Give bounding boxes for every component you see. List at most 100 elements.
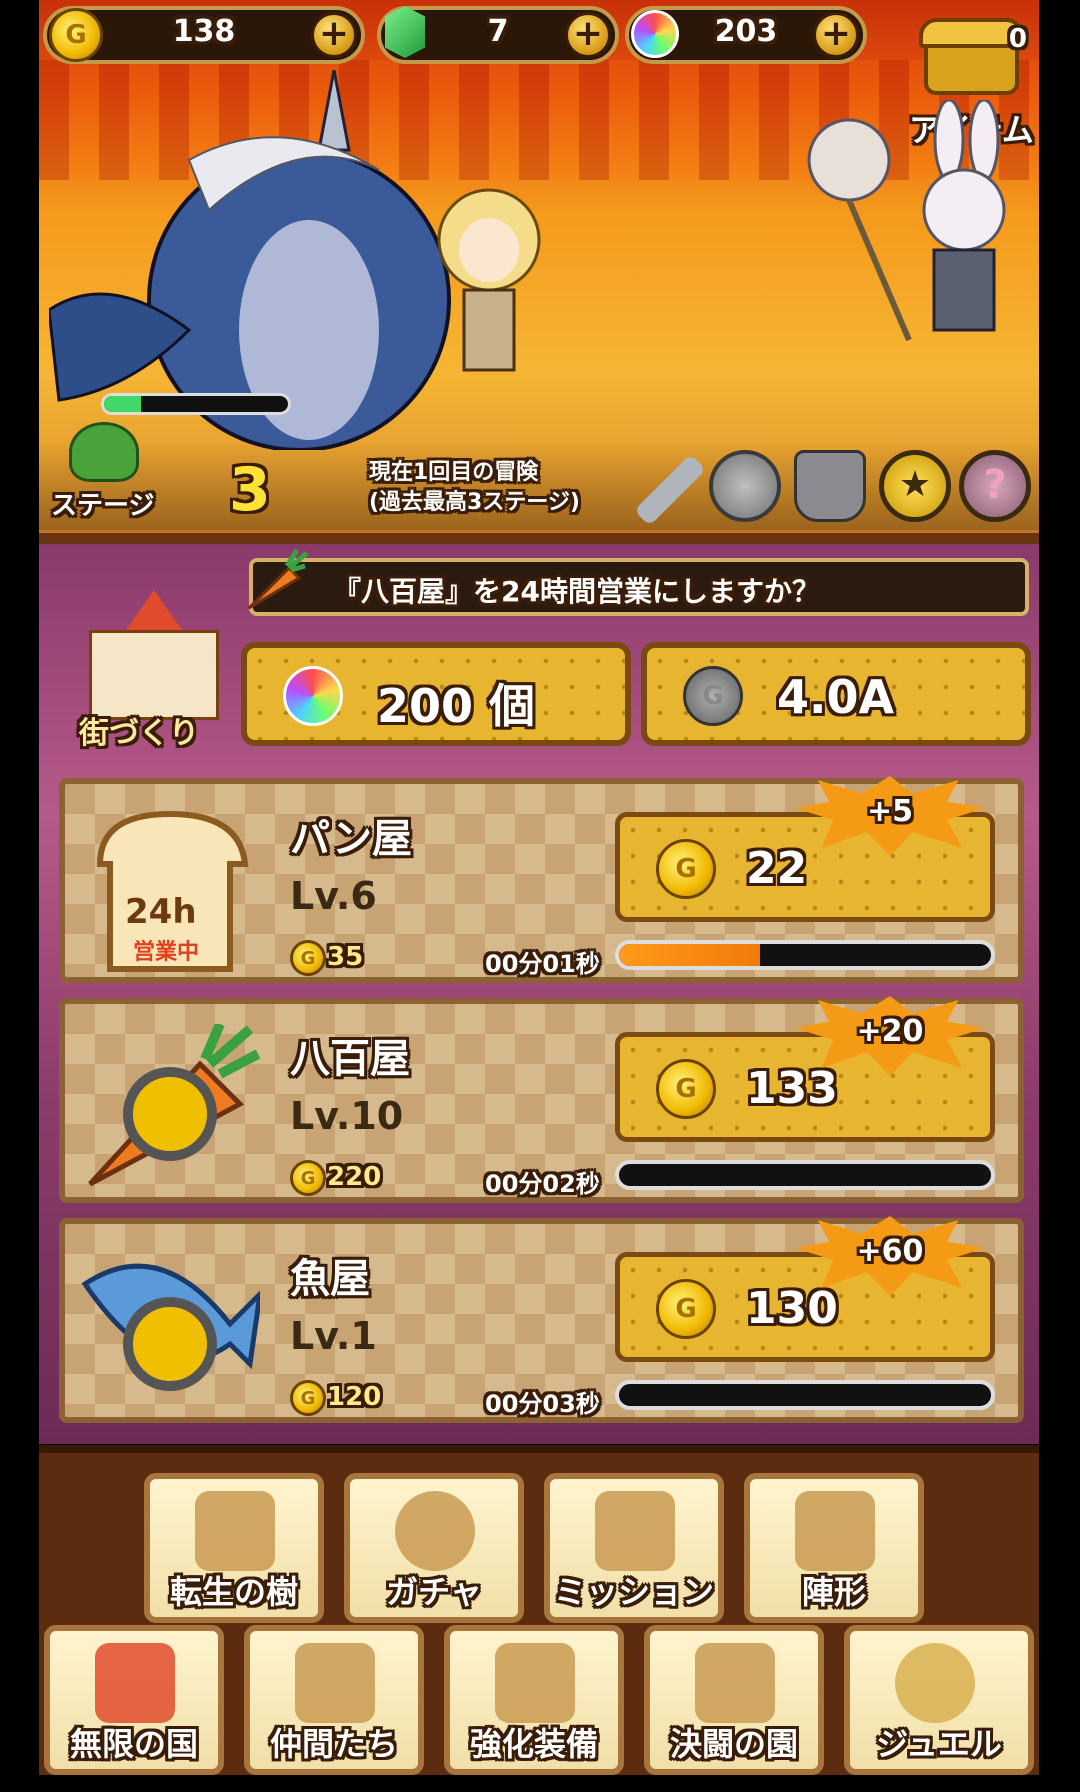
gold-coin-icon: G xyxy=(290,940,326,976)
shop-progress-bar xyxy=(615,1380,995,1410)
upgrade-cost: 35 xyxy=(327,942,364,972)
jewel-icon xyxy=(895,1643,975,1723)
upgrade-prompt-banner: 『八百屋』を24時間営業にしますか？ xyxy=(249,558,1029,616)
bonus-burst: +60 xyxy=(795,1216,985,1296)
earnings-amount: 22 xyxy=(746,843,808,894)
archer-girl-character xyxy=(437,188,541,372)
gem-counter: 7 + xyxy=(377,6,619,64)
helmet-icon xyxy=(795,1491,875,1571)
dragon-stage-icon xyxy=(69,422,139,482)
tree-icon xyxy=(195,1491,275,1571)
bottom-menu: 転生の樹 ガチャ ミッション 陣形 無限の国 仲間たち 強化装備 決闘の園 ジュ… xyxy=(39,1445,1039,1775)
menu-label: 決闘の園 xyxy=(669,1725,798,1763)
shop-name: パン屋 xyxy=(290,816,412,862)
gold-coin-icon: G xyxy=(656,1279,716,1339)
castle-icon xyxy=(95,1643,175,1723)
menu-label: 無限の国 xyxy=(69,1725,198,1763)
chest-count: 0 xyxy=(1008,24,1027,54)
bonus-burst: +20 xyxy=(795,996,985,1076)
scroll-icon xyxy=(595,1491,675,1571)
carrot-icon xyxy=(247,548,309,610)
monster-hp-fill xyxy=(104,396,141,412)
menu-label: ミッション xyxy=(553,1573,714,1611)
rainbow-amount: 203 xyxy=(714,14,778,49)
boot-icon[interactable] xyxy=(794,450,866,522)
gacha-button[interactable]: ガチャ xyxy=(344,1473,524,1623)
menu-label: 仲間たち xyxy=(269,1725,398,1763)
help-question-icon[interactable]: ? xyxy=(959,450,1031,522)
coin-counter: G 138 + xyxy=(43,6,365,64)
best-stage-info: (過去最高3ステージ) xyxy=(369,490,580,515)
menu-label: 転生の樹 xyxy=(169,1573,298,1611)
gold-coin-icon: G xyxy=(290,1160,326,1196)
equipment-upgrade-button[interactable]: 強化装備 xyxy=(444,1625,624,1775)
shop-row-fishmonger: 魚屋 Lv.1 G 120 00分03秒 G 130 +60 xyxy=(59,1216,1024,1423)
formation-button[interactable]: 陣形 xyxy=(744,1473,924,1623)
rabbit-character xyxy=(807,100,1006,342)
crossed-swords-icon xyxy=(495,1643,575,1723)
gold-coin-icon: G xyxy=(656,839,716,899)
castle-body xyxy=(89,630,219,720)
earnings-amount: 130 xyxy=(746,1283,838,1334)
menu-label: 強化装備 xyxy=(469,1725,598,1763)
upgrade-prompt-text: 『八百屋』を24時間営業にしますか？ xyxy=(333,575,820,608)
stage-label: ステージ xyxy=(51,491,155,521)
pay-coins-button[interactable]: G 4.0A xyxy=(641,642,1031,746)
silver-coin-icon: G xyxy=(683,666,743,726)
upgrade-cost: 220 xyxy=(327,1162,382,1192)
menu-label: ジュエル xyxy=(876,1725,1002,1763)
add-rainbow-button[interactable]: + xyxy=(813,12,859,58)
add-coins-button[interactable]: + xyxy=(311,12,357,58)
bonus-burst: +5 xyxy=(795,776,985,856)
rainbow-cost: 200 個 xyxy=(377,679,536,733)
stage-number: 3 xyxy=(229,455,271,525)
infinite-land-button[interactable]: 無限の国 xyxy=(44,1625,224,1775)
menu-label: 陣形 xyxy=(801,1573,866,1611)
shop-level: Lv.1 xyxy=(290,1314,377,1358)
shop-progress-fill xyxy=(619,944,761,966)
game-screen: G 138 + 7 + 203 + 0 アイテム xyxy=(39,0,1039,1775)
upgrade-cost: 120 xyxy=(327,1382,382,1412)
town-building-label: 街づくり xyxy=(79,716,199,751)
companions-button[interactable]: 仲間たち xyxy=(244,1625,424,1775)
rainbow-gem-icon xyxy=(283,666,343,726)
shop-row-greengrocer: 八百屋 Lv.10 G 220 00分02秒 G 133 +20 xyxy=(59,996,1024,1203)
green-gem-icon xyxy=(385,6,425,58)
adventure-count: 現在1回目の冒険 xyxy=(369,460,539,485)
shop-timer: 00分01秒 xyxy=(485,950,600,978)
earnings-amount: 133 xyxy=(746,1063,838,1114)
jewel-button[interactable]: ジュエル xyxy=(844,1625,1034,1775)
rainbow-gem-icon xyxy=(631,10,679,58)
shop-row-bakery: 24h 営業中 パン屋 Lv.6 G 35 00分01秒 G 22 +5 xyxy=(59,776,1024,983)
rainbow-counter: 203 + xyxy=(625,6,867,64)
coin-cost: 4.0A xyxy=(777,670,895,724)
shop-name: 八百屋 xyxy=(290,1036,410,1082)
gold-coin-icon: G xyxy=(49,8,103,62)
shop-level: Lv.10 xyxy=(290,1094,404,1138)
shop-timer: 00分03秒 xyxy=(485,1390,600,1418)
gold-coin-icon: G xyxy=(290,1380,326,1416)
shop-name: 魚屋 xyxy=(290,1256,370,1302)
menu-label: ガチャ xyxy=(386,1573,482,1611)
coin-amount: 138 xyxy=(172,14,236,49)
cards-icon xyxy=(295,1643,375,1723)
shop-progress-bar xyxy=(615,940,995,970)
shop-progress-bar xyxy=(615,1160,995,1190)
shop-timer: 00分02秒 xyxy=(485,1170,600,1198)
mission-button[interactable]: ミッション xyxy=(544,1473,724,1623)
24h-badge: 24h xyxy=(125,892,197,932)
carrot-coin-icon xyxy=(88,1024,260,1187)
gate-icon xyxy=(695,1643,775,1723)
coin-boost-icon[interactable] xyxy=(709,450,781,522)
shop-level: Lv.6 xyxy=(290,874,377,918)
gacha-capsule-icon xyxy=(395,1491,475,1571)
pay-rainbow-button[interactable]: 200 個 xyxy=(241,642,631,746)
open-status-badge: 営業中 xyxy=(133,940,200,965)
adventure-info: 現在1回目の冒険 (過去最高3ステージ) xyxy=(369,458,580,518)
star-icon[interactable]: ★ xyxy=(879,450,951,522)
add-gems-button[interactable]: + xyxy=(565,12,611,58)
rebirth-tree-button[interactable]: 転生の樹 xyxy=(144,1473,324,1623)
battle-scene: G 138 + 7 + 203 + 0 アイテム xyxy=(39,0,1039,530)
item-chest-button[interactable]: 0 xyxy=(919,10,1029,100)
duel-garden-button[interactable]: 決闘の園 xyxy=(644,1625,824,1775)
